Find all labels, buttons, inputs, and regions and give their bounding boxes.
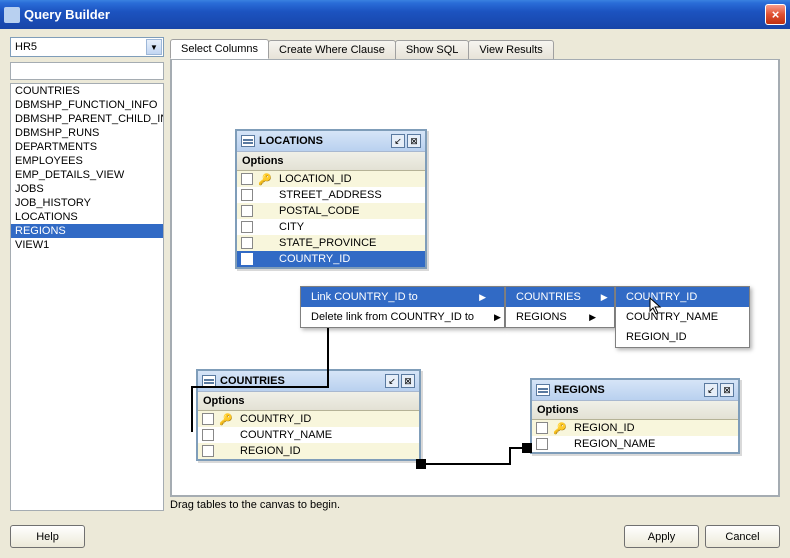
- window-title: Query Builder: [24, 7, 110, 22]
- app-icon: [4, 7, 20, 23]
- column-checkbox[interactable]: [536, 422, 548, 434]
- close-icon[interactable]: ⊠: [720, 383, 734, 397]
- table-filter-input[interactable]: [10, 62, 164, 80]
- table-row[interactable]: POSTAL_CODE: [237, 203, 425, 219]
- cancel-button[interactable]: Cancel: [705, 525, 780, 548]
- table-titlebar[interactable]: LOCATIONS ↙ ⊠: [237, 131, 425, 152]
- close-icon[interactable]: ⊠: [407, 134, 421, 148]
- submenu-item-country-name[interactable]: COUNTRY_NAME: [616, 307, 749, 327]
- context-menu-link[interactable]: Link COUNTRY_ID to▶: [301, 287, 504, 307]
- column-checkbox[interactable]: [241, 221, 253, 233]
- table-countries[interactable]: COUNTRIES ↙ ⊠ Options 🔑COUNTRY_ID COUNTR…: [196, 369, 421, 461]
- table-row[interactable]: CITY: [237, 219, 425, 235]
- table-row[interactable]: 🔑REGION_ID: [532, 420, 738, 436]
- query-canvas[interactable]: LOCATIONS ↙ ⊠ Options 🔑LOCATION_ID STREE…: [170, 59, 780, 497]
- table-row[interactable]: COUNTRY_NAME: [198, 427, 419, 443]
- apply-button[interactable]: Apply: [624, 525, 699, 548]
- list-item[interactable]: EMP_DETAILS_VIEW: [11, 168, 163, 182]
- close-icon[interactable]: ⊠: [401, 374, 415, 388]
- column-checkbox[interactable]: [241, 205, 253, 217]
- table-row[interactable]: STREET_ADDRESS: [237, 187, 425, 203]
- arrow-right-icon: ▶: [479, 292, 486, 303]
- table-icon: [241, 135, 255, 147]
- table-regions[interactable]: REGIONS ↙ ⊠ Options 🔑REGION_ID REGION_NA…: [530, 378, 740, 454]
- tables-list[interactable]: COUNTRIES DBMSHP_FUNCTION_INFO DBMSHP_PA…: [10, 83, 164, 511]
- table-row[interactable]: STATE_PROVINCE: [237, 235, 425, 251]
- table-title: COUNTRIES: [220, 375, 385, 387]
- table-icon: [536, 384, 550, 396]
- list-item[interactable]: DBMSHP_RUNS: [11, 126, 163, 140]
- submenu-item-country-id[interactable]: COUNTRY_ID: [616, 287, 749, 307]
- table-icon: [202, 375, 216, 387]
- key-icon: 🔑: [257, 173, 273, 186]
- table-row[interactable]: 🔑LOCATION_ID: [237, 171, 425, 187]
- tab-view-results[interactable]: View Results: [468, 40, 553, 59]
- key-icon: 🔑: [552, 422, 568, 435]
- column-checkbox[interactable]: [241, 237, 253, 249]
- table-title: LOCATIONS: [259, 135, 391, 147]
- list-item[interactable]: REGIONS: [11, 224, 163, 238]
- minimize-icon[interactable]: ↙: [391, 134, 405, 148]
- status-text: Drag tables to the canvas to begin.: [170, 499, 780, 511]
- submenu-item-countries[interactable]: COUNTRIES▶: [506, 287, 614, 307]
- submenu-item-region-id[interactable]: REGION_ID: [616, 327, 749, 347]
- minimize-icon[interactable]: ↙: [385, 374, 399, 388]
- arrow-right-icon: ▶: [589, 312, 596, 323]
- arrow-right-icon: ▶: [601, 292, 608, 303]
- column-checkbox[interactable]: [202, 445, 214, 457]
- options-row[interactable]: Options: [237, 152, 425, 171]
- context-submenu-tables[interactable]: COUNTRIES▶ REGIONS▶: [505, 286, 615, 328]
- context-menu[interactable]: Link COUNTRY_ID to▶ Delete link from COU…: [300, 286, 505, 328]
- list-item[interactable]: VIEW1: [11, 238, 163, 252]
- list-item[interactable]: JOBS: [11, 182, 163, 196]
- schema-dropdown-value: HR5: [15, 41, 37, 53]
- list-item[interactable]: JOB_HISTORY: [11, 196, 163, 210]
- column-checkbox[interactable]: [202, 413, 214, 425]
- table-title: REGIONS: [554, 384, 704, 396]
- chevron-down-icon: ▼: [146, 39, 162, 55]
- options-row[interactable]: Options: [198, 392, 419, 411]
- table-row[interactable]: REGION_NAME: [532, 436, 738, 452]
- arrow-right-icon: ▶: [494, 312, 501, 323]
- window-close-button[interactable]: ×: [765, 4, 786, 25]
- table-locations[interactable]: LOCATIONS ↙ ⊠ Options 🔑LOCATION_ID STREE…: [235, 129, 427, 269]
- tab-show-sql[interactable]: Show SQL: [395, 40, 470, 59]
- schema-dropdown[interactable]: HR5 ▼: [10, 37, 164, 57]
- dialog-buttons: Help Apply Cancel: [10, 525, 780, 548]
- key-icon: 🔑: [218, 413, 234, 426]
- list-item[interactable]: EMPLOYEES: [11, 154, 163, 168]
- tab-where-clause[interactable]: Create Where Clause: [268, 40, 396, 59]
- column-checkbox[interactable]: [241, 173, 253, 185]
- options-row[interactable]: Options: [532, 401, 738, 420]
- table-titlebar[interactable]: REGIONS ↙ ⊠: [532, 380, 738, 401]
- minimize-icon[interactable]: ↙: [704, 383, 718, 397]
- context-menu-delete-link[interactable]: Delete link from COUNTRY_ID to▶: [301, 307, 504, 327]
- column-checkbox[interactable]: [241, 253, 253, 265]
- table-titlebar[interactable]: COUNTRIES ↙ ⊠: [198, 371, 419, 392]
- tab-select-columns[interactable]: Select Columns: [170, 39, 269, 59]
- table-row[interactable]: COUNTRY_ID: [237, 251, 425, 267]
- list-item[interactable]: COUNTRIES: [11, 84, 163, 98]
- column-checkbox[interactable]: [202, 429, 214, 441]
- table-row[interactable]: REGION_ID: [198, 443, 419, 459]
- tab-bar: Select Columns Create Where Clause Show …: [170, 37, 780, 59]
- list-item[interactable]: DEPARTMENTS: [11, 140, 163, 154]
- list-item[interactable]: DBMSHP_FUNCTION_INFO: [11, 98, 163, 112]
- column-checkbox[interactable]: [536, 438, 548, 450]
- list-item[interactable]: LOCATIONS: [11, 210, 163, 224]
- list-item[interactable]: DBMSHP_PARENT_CHILD_INFO: [11, 112, 163, 126]
- context-submenu-columns[interactable]: COUNTRY_ID COUNTRY_NAME REGION_ID: [615, 286, 750, 348]
- title-bar: Query Builder ×: [0, 0, 790, 29]
- submenu-item-regions[interactable]: REGIONS▶: [506, 307, 614, 327]
- table-row[interactable]: 🔑COUNTRY_ID: [198, 411, 419, 427]
- help-button[interactable]: Help: [10, 525, 85, 548]
- column-checkbox[interactable]: [241, 189, 253, 201]
